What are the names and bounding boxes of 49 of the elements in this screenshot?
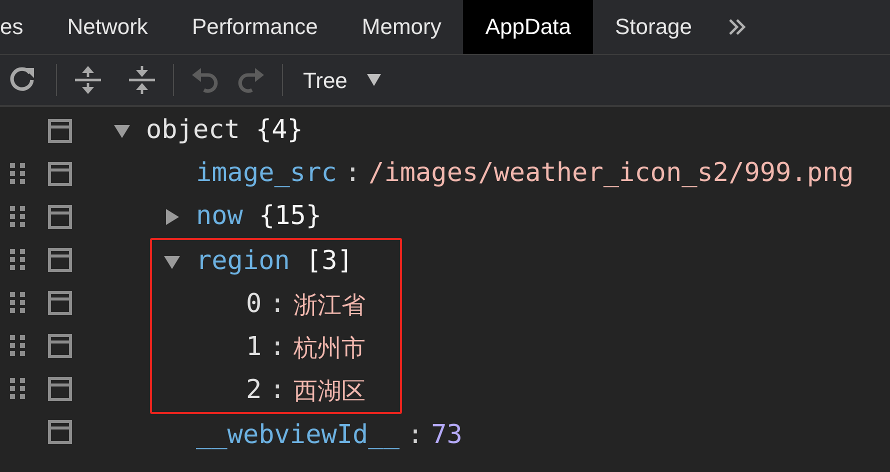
row-icon[interactable]	[48, 204, 72, 228]
row-icon[interactable]	[48, 334, 72, 358]
expand-arrow-icon[interactable]	[164, 208, 180, 224]
colon: :	[270, 288, 286, 321]
row-icon[interactable]	[48, 376, 72, 400]
expand-button[interactable]	[73, 65, 103, 95]
drag-handle-icon[interactable]	[10, 248, 26, 270]
tab[interactable]: es	[0, 0, 46, 54]
node-key: object	[146, 111, 240, 150]
colon: :	[270, 331, 286, 364]
node-value: /images/weather_icon_s2/999.png	[368, 157, 854, 190]
node-key: region	[196, 242, 290, 281]
colon: :	[270, 374, 286, 407]
node-count: {4}	[256, 114, 303, 147]
row-icon[interactable]	[48, 420, 72, 444]
node-key: now	[196, 197, 243, 236]
collapse-button[interactable]	[127, 65, 157, 95]
tab[interactable]: AppData	[463, 0, 593, 54]
collapse-arrow-icon[interactable]	[164, 254, 180, 270]
node-count: {15}	[258, 200, 322, 233]
colon: :	[408, 419, 424, 452]
row-icon[interactable]	[48, 162, 72, 186]
node-count: [3]	[306, 245, 353, 278]
tab[interactable]: Storage	[592, 0, 714, 54]
node-value: 西湖区	[293, 376, 366, 406]
node-key: 1	[246, 328, 262, 367]
node-key: image_src	[196, 154, 337, 193]
view-select[interactable]: Tree	[303, 64, 382, 96]
node-key: __webviewId__	[196, 416, 400, 455]
drag-handle-icon[interactable]	[10, 162, 26, 184]
drag-handle-icon[interactable]	[10, 378, 26, 400]
row-icon[interactable]	[48, 118, 72, 142]
row-icon[interactable]	[48, 248, 72, 272]
double-chevron-icon	[727, 17, 748, 37]
node-value: 杭州市	[293, 332, 366, 364]
colon: :	[344, 157, 361, 190]
caret-icon	[367, 74, 382, 86]
node-key: 0	[246, 285, 262, 324]
tab[interactable]: Network	[45, 0, 170, 54]
node-value: 73	[431, 419, 462, 452]
drag-handle-icon[interactable]	[10, 334, 26, 356]
tab[interactable]: Memory	[340, 0, 464, 54]
node-value: 浙江省	[293, 290, 366, 320]
collapse-arrow-icon[interactable]	[114, 122, 130, 138]
node-key: 2	[246, 371, 262, 410]
tab[interactable]: Performance	[170, 0, 340, 54]
drag-handle-icon[interactable]	[10, 206, 26, 228]
drag-handle-icon[interactable]	[10, 292, 26, 314]
row-icon[interactable]	[48, 290, 72, 314]
